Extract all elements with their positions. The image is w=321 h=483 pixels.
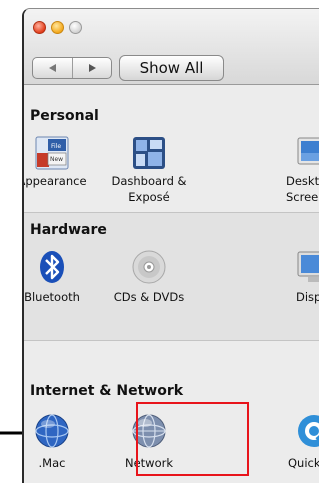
- section-title-internet-network: Internet & Network: [30, 383, 184, 399]
- dashboard-expose-icon: [133, 137, 165, 169]
- cd-dvd-icon: [132, 250, 166, 284]
- minimize-button[interactable]: [51, 21, 64, 34]
- desktop-screen-icon: [297, 137, 319, 165]
- forward-arrow-icon: [88, 64, 96, 72]
- network-highlight-box: [136, 402, 249, 476]
- pane-dotmac[interactable]: .Mac: [24, 413, 100, 483]
- back-button[interactable]: [33, 58, 73, 78]
- label-line-1: Deskto: [286, 174, 319, 188]
- quicktime-icon: [298, 415, 319, 447]
- label-line-1: Dashboard &: [111, 174, 187, 188]
- show-all-button[interactable]: Show All: [119, 55, 224, 81]
- appearance-icon: File New: [35, 136, 69, 170]
- dotmac-globe-icon: [35, 414, 69, 448]
- pane-bluetooth[interactable]: Bluetooth: [24, 249, 100, 319]
- section-title-personal: Personal: [30, 108, 99, 124]
- back-forward-control: [32, 57, 112, 79]
- label-line-2: Screen: [286, 190, 319, 204]
- section-hardware: Hardware Bluetooth CDs & DVDs Dis: [24, 212, 319, 340]
- svg-text:New: New: [50, 156, 63, 163]
- pane-displays[interactable]: Displ: [244, 249, 319, 319]
- section-personal: Personal File New Appearance Dashboard &…: [24, 85, 319, 211]
- zoom-button[interactable]: [69, 21, 82, 34]
- pane-label: CDs & DVDs: [113, 290, 185, 304]
- pane-label: Deskto Screen: [286, 173, 319, 205]
- pane-label: Dashboard & Exposé: [101, 173, 197, 205]
- pane-label: QuickT: [288, 456, 319, 470]
- display-icon: [297, 251, 319, 282]
- pane-cds-dvds[interactable]: CDs & DVDs: [101, 249, 197, 319]
- section-title-hardware: Hardware: [30, 222, 107, 238]
- toolbar: Show All: [24, 9, 319, 85]
- pane-label: Appearance: [22, 174, 87, 188]
- pane-label: Displ: [296, 290, 319, 304]
- bluetooth-icon: [40, 251, 64, 283]
- close-button[interactable]: [33, 21, 46, 34]
- pane-label: Bluetooth: [24, 290, 80, 304]
- pane-dashboard-expose[interactable]: Dashboard & Exposé: [101, 135, 197, 205]
- forward-button[interactable]: [72, 58, 111, 78]
- pane-appearance[interactable]: File New Appearance: [22, 135, 100, 205]
- pane-label: .Mac: [38, 456, 66, 470]
- svg-text:File: File: [51, 143, 61, 150]
- pane-quicktime[interactable]: QuickT: [244, 413, 319, 483]
- pane-desktop-screen-saver[interactable]: Deskto Screen: [244, 135, 319, 205]
- label-line-2: Exposé: [128, 190, 170, 204]
- back-arrow-icon: [48, 64, 56, 72]
